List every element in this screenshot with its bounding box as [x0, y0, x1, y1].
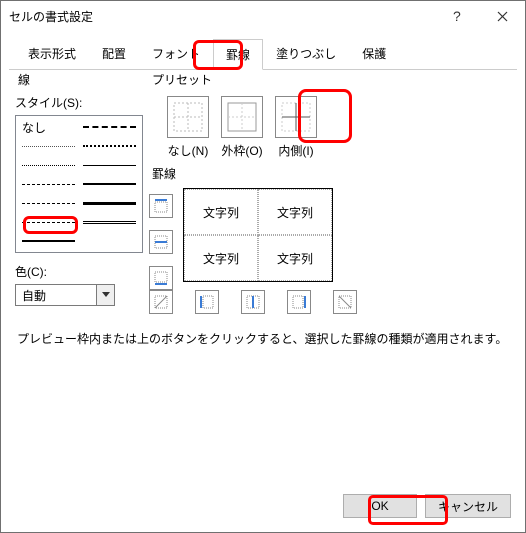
- tabs: 表示形式 配置 フォント 罫線 塗りつぶし 保護: [9, 38, 517, 70]
- preset-outline-icon: [221, 96, 263, 138]
- preview-cell: 文字列: [184, 189, 258, 235]
- preset-group-label: プリセット: [149, 71, 215, 88]
- border-group: 罫線 文字列 文字列 文字列 文字列: [149, 165, 511, 314]
- tab-font[interactable]: フォント: [139, 38, 213, 69]
- border-diag-btn[interactable]: [149, 290, 173, 314]
- svg-text:?: ?: [453, 9, 461, 23]
- tab-fill[interactable]: 塗りつぶし: [263, 38, 349, 69]
- preview-cell: 文字列: [184, 235, 258, 281]
- chevron-down-icon[interactable]: [96, 285, 114, 305]
- titlebar: セルの書式設定 ?: [1, 1, 525, 31]
- border-group-label: 罫線: [149, 165, 179, 182]
- color-label: 色(C):: [15, 263, 143, 280]
- side-border-buttons: [149, 194, 173, 290]
- line-style-dot[interactable]: [22, 140, 75, 152]
- border-vmid-btn[interactable]: [241, 290, 265, 314]
- style-label: スタイル(S):: [15, 94, 143, 111]
- tab-protection[interactable]: 保護: [349, 38, 399, 69]
- border-diag2-btn[interactable]: [333, 290, 357, 314]
- border-preview[interactable]: 文字列 文字列 文字列 文字列: [183, 188, 333, 282]
- preset-inside[interactable]: 内側(I): [271, 96, 321, 159]
- border-left-btn[interactable]: [195, 290, 219, 314]
- preset-none-icon: [167, 96, 209, 138]
- preset-outline[interactable]: 外枠(O): [217, 96, 267, 159]
- line-style-list[interactable]: なし: [15, 115, 143, 253]
- bottom-border-buttons: [149, 290, 511, 314]
- line-group: 線 スタイル(S): なし: [15, 71, 143, 314]
- right-column: プリセット なし(N) 外枠(O): [149, 71, 511, 314]
- content-area: 線 スタイル(S): なし: [1, 69, 525, 322]
- line-style-none[interactable]: なし: [22, 121, 75, 133]
- preset-none-label: なし(N): [168, 144, 209, 158]
- line-style-double[interactable]: [83, 216, 136, 228]
- line-style-thin[interactable]: [83, 159, 136, 171]
- ok-button[interactable]: OK: [343, 494, 417, 518]
- line-style-dashdotdot[interactable]: [22, 216, 75, 228]
- line-style-mdashdot[interactable]: [83, 121, 136, 133]
- color-select[interactable]: 自動: [15, 284, 115, 306]
- line-style-med[interactable]: [83, 178, 136, 190]
- line-style-thick[interactable]: [83, 197, 136, 209]
- format-cells-dialog: セルの書式設定 ? 表示形式 配置 フォント 罫線 塗りつぶし 保護 線 スタイ…: [0, 0, 526, 533]
- dialog-title: セルの書式設定: [9, 8, 435, 25]
- line-style-dash[interactable]: [22, 178, 75, 190]
- preview-cell: 文字列: [258, 189, 332, 235]
- help-button[interactable]: ?: [435, 1, 480, 31]
- hint-text: プレビュー枠内または上のボタンをクリックすると、選択した罫線の種類が適用されます…: [1, 322, 525, 347]
- line-style-mdashdot2[interactable]: [83, 140, 136, 152]
- color-value: 自動: [16, 287, 96, 304]
- border-right-btn[interactable]: [287, 290, 311, 314]
- line-style-dot2[interactable]: [22, 159, 75, 171]
- border-bottom-btn[interactable]: [149, 266, 173, 290]
- preset-inside-label: 内側(I): [278, 144, 313, 158]
- tab-number[interactable]: 表示形式: [15, 38, 89, 69]
- border-hmid-btn[interactable]: [149, 230, 173, 254]
- preview-cell: 文字列: [258, 235, 332, 281]
- cancel-button[interactable]: キャンセル: [425, 494, 511, 518]
- preset-row: なし(N) 外枠(O) 内側(I): [163, 96, 511, 159]
- line-style-thick1[interactable]: [22, 235, 75, 247]
- close-button[interactable]: [480, 1, 525, 31]
- tab-alignment[interactable]: 配置: [89, 38, 139, 69]
- preset-none[interactable]: なし(N): [163, 96, 213, 159]
- tab-border[interactable]: 罫線: [213, 39, 263, 70]
- border-top-btn[interactable]: [149, 194, 173, 218]
- line-group-label: 線: [15, 71, 33, 88]
- line-style-dashdot[interactable]: [22, 197, 75, 209]
- preset-outline-label: 外枠(O): [221, 144, 262, 158]
- dialog-buttons: OK キャンセル: [1, 484, 525, 532]
- preset-inside-icon: [275, 96, 317, 138]
